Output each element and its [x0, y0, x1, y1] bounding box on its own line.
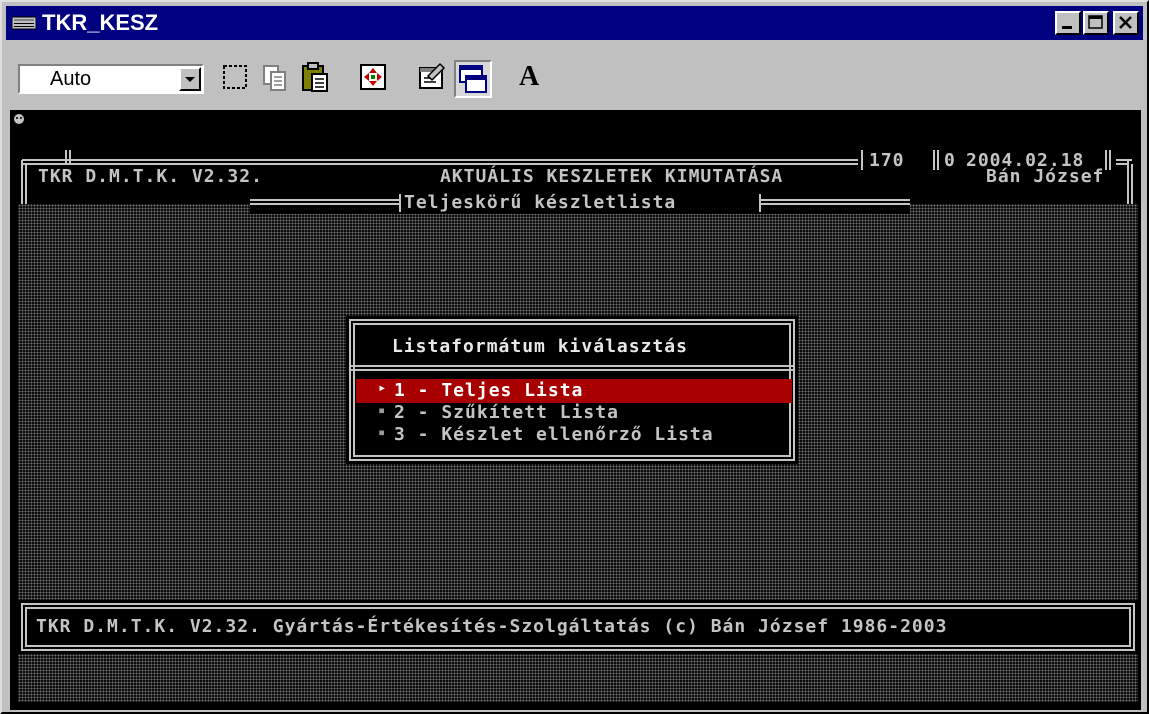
pointer-icon: ▸ [378, 380, 388, 396]
close-button[interactable] [1113, 11, 1139, 35]
title-bar[interactable]: TKR_KESZ [6, 6, 1143, 40]
header-counter-2: 0 [944, 150, 956, 171]
header-counter: 170 [869, 150, 905, 171]
mark-icon [223, 65, 247, 89]
menu-item-2-label: 2 - Szűkített Lista [394, 402, 619, 423]
close-icon [1119, 16, 1132, 29]
menu-item-1[interactable]: ▸ 1 - Teljes Lista [364, 379, 784, 403]
font-size-value: Auto [50, 68, 92, 90]
minimize-icon [1062, 26, 1072, 29]
full-screen-button[interactable] [356, 60, 394, 98]
menu-item-3-label: 3 - Készlet ellenőrző Lista [394, 424, 714, 445]
console-area[interactable]: TKR D.M.T.K. V2.32. AKTUÁLIS KESZLETEK K… [10, 110, 1141, 710]
background-icon [459, 65, 487, 93]
bullet-icon: ▪ [378, 425, 387, 439]
dropdown-button[interactable] [179, 67, 201, 91]
copy-button[interactable] [258, 60, 296, 98]
maximize-button[interactable] [1083, 11, 1109, 35]
menu-item-1-label: 1 - Teljes Lista [394, 380, 584, 401]
menu-item-3[interactable]: ▪ 3 - Készlet ellenőrző Lista [364, 424, 784, 446]
properties-icon [419, 62, 446, 89]
header-program-name: TKR D.M.T.K. V2.32. [38, 166, 263, 187]
header-user: Bán József [986, 166, 1105, 187]
properties-button[interactable] [414, 60, 452, 98]
background-button[interactable] [454, 60, 492, 98]
subtitle-strip: Teljeskörű készletlista [250, 192, 910, 214]
bullet-icon: ▪ [378, 403, 387, 417]
full-screen-icon [360, 64, 386, 90]
font-icon: A [519, 61, 540, 92]
maximize-icon [1088, 15, 1103, 29]
ms-dos-icon [12, 16, 36, 30]
console-window: TKR_KESZ Auto A TKR D.M.T.K. V2.32. AKTU… [0, 0, 1149, 714]
dialog-title: Listaformátum kiválasztás [392, 336, 688, 357]
footer-copyright: TKR D.M.T.K. V2.32. Gyártás-Értékesítés-… [36, 616, 948, 637]
font-button[interactable]: A [510, 60, 548, 98]
minimize-button[interactable] [1055, 11, 1081, 35]
chevron-down-icon [185, 77, 195, 82]
console-status-icon [14, 114, 24, 124]
font-size-select[interactable]: Auto [18, 64, 204, 94]
copy-icon [263, 65, 286, 91]
toolbar: Auto A [6, 44, 1143, 106]
footer-panel: TKR D.M.T.K. V2.32. Gyártás-Értékesítés-… [18, 600, 1138, 654]
mark-button[interactable] [218, 60, 256, 98]
header-report-title: AKTUÁLIS KESZLETEK KIMUTATÁSA [440, 166, 784, 187]
window-title: TKR_KESZ [42, 10, 159, 35]
header-subtitle: Teljeskörű készletlista [404, 192, 677, 213]
paste-button[interactable] [298, 60, 336, 98]
paste-icon [302, 62, 328, 92]
menu-item-2[interactable]: ▪ 2 - Szűkített Lista [364, 402, 784, 424]
list-format-dialog: Listaformátum kiválasztás ▸ 1 - Teljes L… [346, 316, 798, 464]
